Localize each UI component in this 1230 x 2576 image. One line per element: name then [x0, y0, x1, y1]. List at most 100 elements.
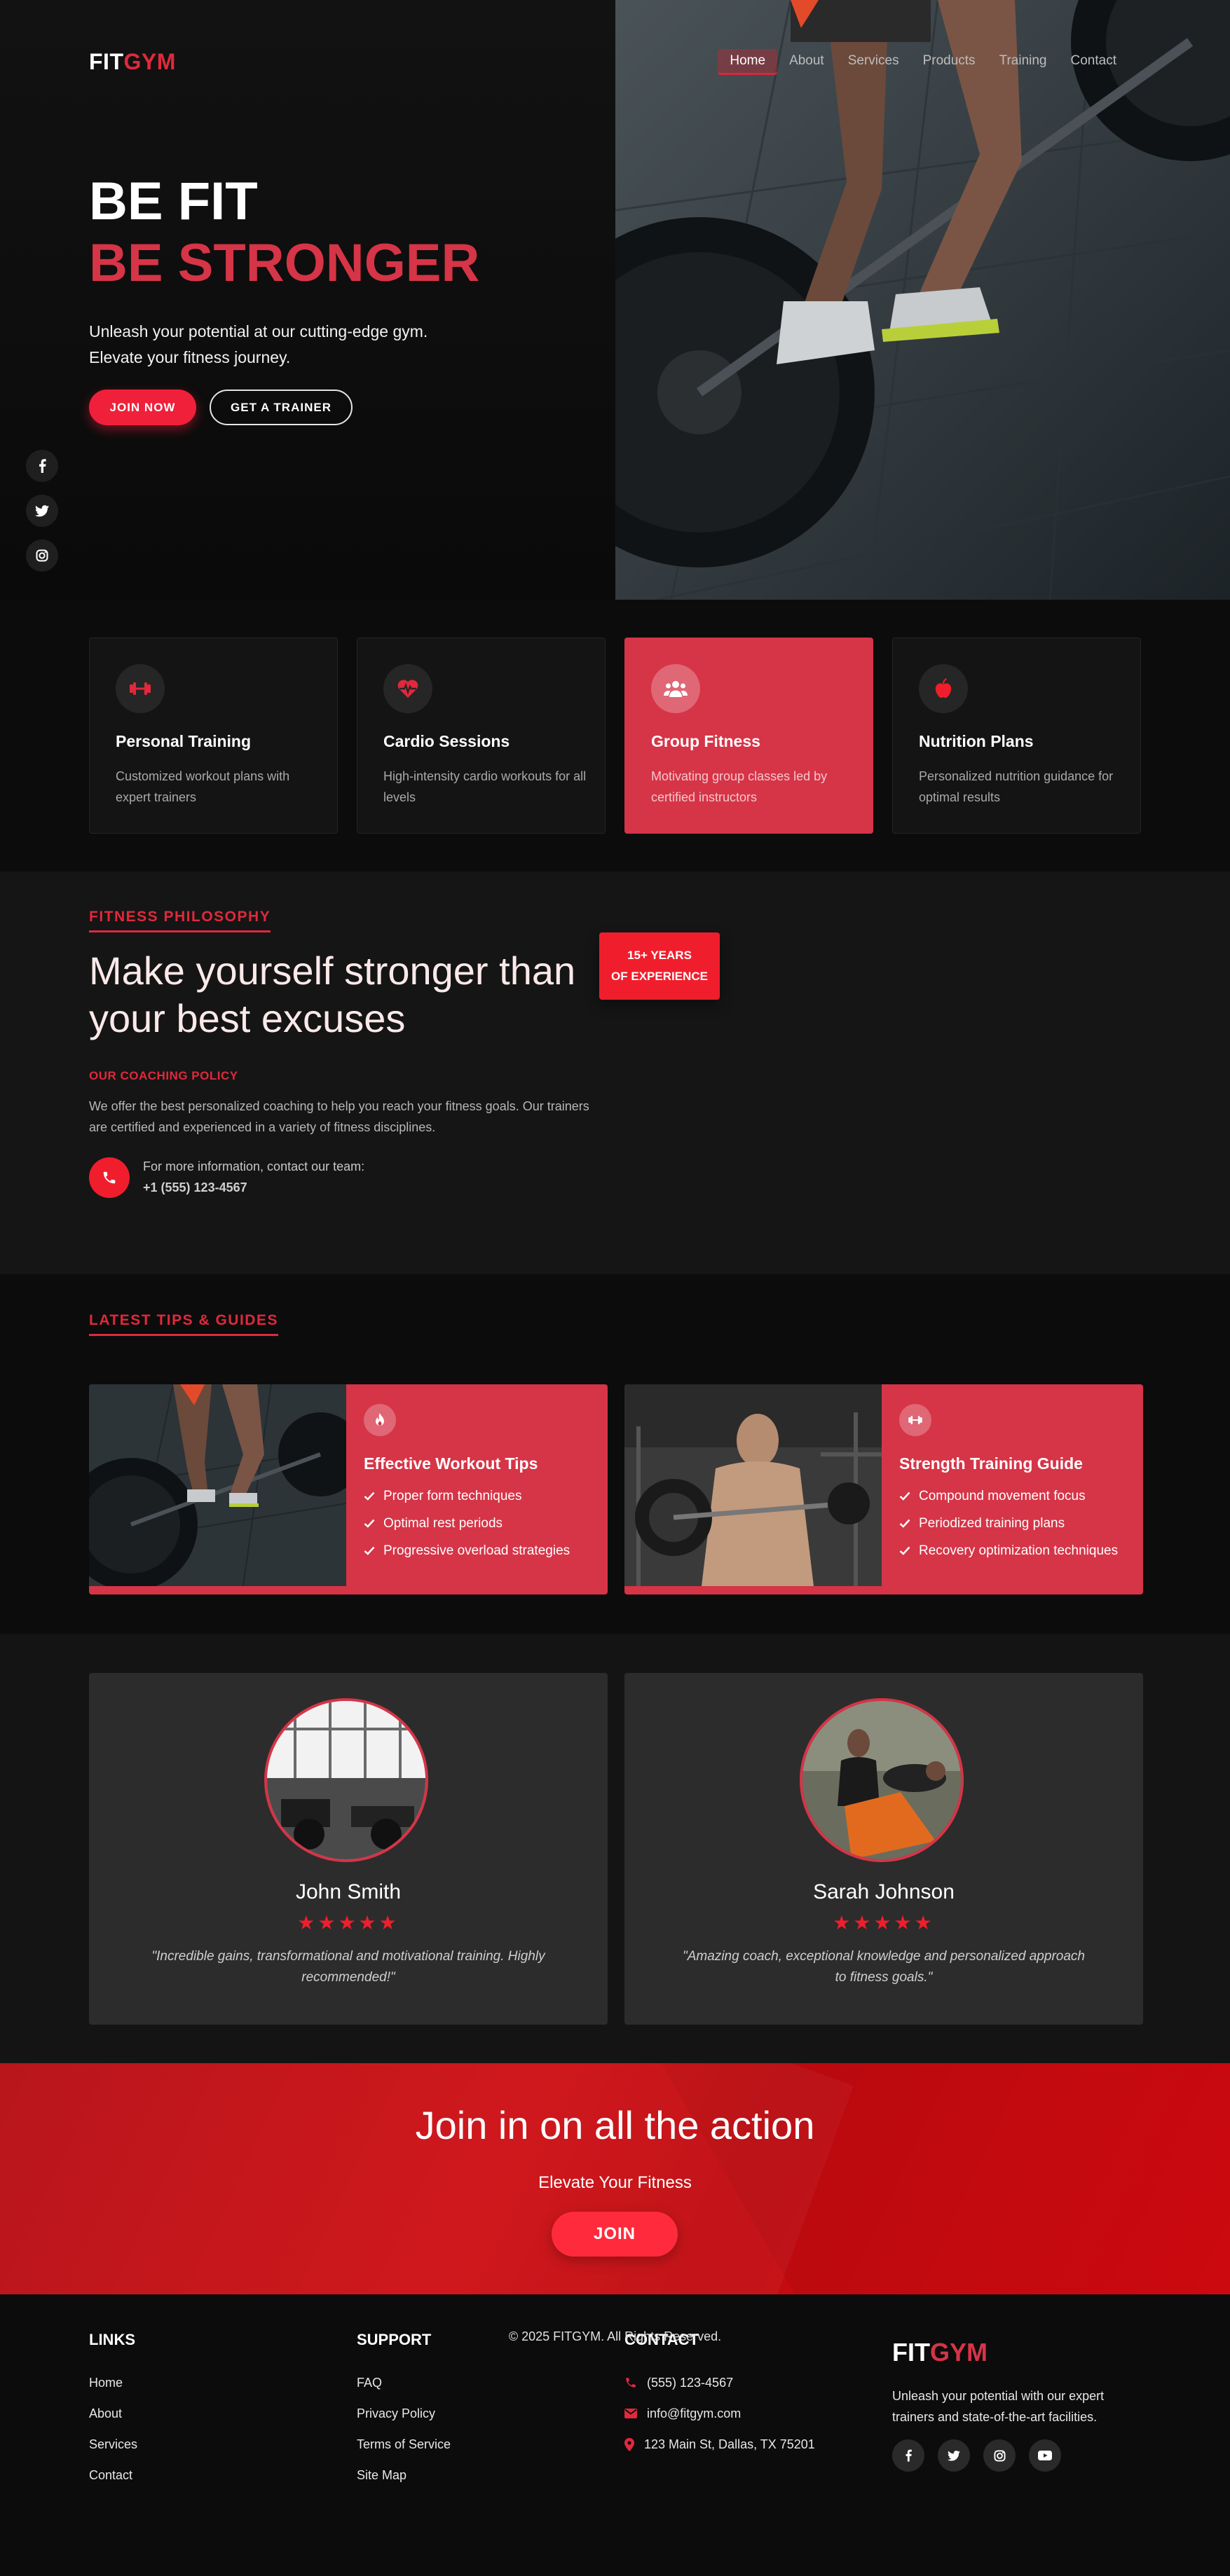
testimonial-name: John Smith: [295, 1880, 402, 1903]
contact-prompt: For more information, contact our team:: [143, 1159, 365, 1173]
philosophy-paragraph: We offer the best personalized coaching …: [89, 1099, 589, 1134]
service-title: Personal Training: [116, 732, 251, 750]
cta-join-button[interactable]: JOIN: [552, 2212, 678, 2257]
tip-card-strength[interactable]: Strength Training Guide Compound movemen…: [624, 1384, 1143, 1594]
nav-item-services[interactable]: Services: [836, 49, 911, 75]
experience-badge: 15+ YEARS OF EXPERIENCE: [599, 932, 720, 1000]
footer-link-terms[interactable]: Terms of Service: [357, 2429, 451, 2460]
map-marker-icon: [624, 2437, 634, 2451]
hero-title-line2: BE STRONGER: [89, 233, 480, 293]
list-item: Progressive overload strategies: [364, 1537, 570, 1564]
service-card-nutrition[interactable]: Nutrition Plans Personalized nutrition g…: [892, 638, 1141, 834]
services-section: Personal Training Customized workout pla…: [0, 600, 1230, 872]
check-icon: [364, 1546, 375, 1555]
service-card-cardio[interactable]: Cardio Sessions High-intensity cardio wo…: [357, 638, 606, 834]
list-item: Optimal rest periods: [364, 1510, 570, 1537]
badge-line2: OF EXPERIENCE: [611, 970, 708, 983]
avatar: [264, 1698, 428, 1862]
check-icon: [899, 1492, 910, 1501]
youtube-icon[interactable]: [1029, 2439, 1061, 2472]
list-item: Recovery optimization techniques: [899, 1537, 1118, 1564]
list-item-text: Optimal rest periods: [383, 1516, 503, 1531]
footer-link-services[interactable]: Services: [89, 2429, 137, 2460]
cta-subheading: Elevate Your Fitness: [538, 2173, 692, 2192]
dumbbell-icon: [116, 664, 165, 713]
footer-contact-phone[interactable]: (555) 123-4567: [624, 2367, 815, 2398]
main-nav: Home About Services Products Training Co…: [718, 49, 1128, 75]
instagram-icon[interactable]: [26, 539, 58, 572]
testimonial-card-sarah: Sarah Johnson ★★★★★ "Amazing coach, exce…: [624, 1673, 1143, 2025]
footer-contact-text: info@fitgym.com: [647, 2406, 742, 2420]
list-item-text: Proper form techniques: [383, 1489, 522, 1503]
check-icon: [899, 1546, 910, 1555]
list-item: Proper form techniques: [364, 1482, 570, 1510]
tips-section: LATEST TIPS & GUIDES Effective Workout T…: [0, 1274, 1230, 1634]
footer-contact-address[interactable]: 123 Main St, Dallas, TX 75201: [624, 2429, 815, 2460]
cta-heading: Join in on all the action: [415, 2103, 815, 2147]
facebook-icon[interactable]: [892, 2439, 924, 2472]
testimonial-name: Sarah Johnson: [813, 1880, 955, 1903]
facebook-icon[interactable]: [26, 450, 58, 482]
nav-item-home[interactable]: Home: [718, 49, 778, 75]
avatar: [800, 1698, 964, 1862]
get-trainer-button[interactable]: GET A TRAINER: [210, 390, 353, 425]
twitter-icon[interactable]: [26, 495, 58, 527]
badge-line1: 15+ YEARS: [627, 949, 692, 962]
service-desc: High-intensity cardio workouts for all l…: [383, 769, 587, 804]
list-item-text: Periodized training plans: [919, 1516, 1065, 1531]
footer-contact-column: CONTACT (555) 123-4567 info@fitgym.com 1…: [624, 2331, 815, 2460]
hero-left-panel: [0, 0, 615, 600]
service-title: Cardio Sessions: [383, 732, 510, 750]
service-card-group-fitness[interactable]: Group Fitness Motivating group classes l…: [624, 638, 873, 834]
hero-image: [615, 0, 1230, 600]
nav-item-products[interactable]: Products: [911, 49, 988, 75]
cta-section: Join in on all the action Elevate Your F…: [0, 2063, 1230, 2294]
footer-links-column: LINKS Home About Services Contact: [89, 2331, 137, 2491]
footer-link-sitemap[interactable]: Site Map: [357, 2460, 451, 2491]
nav-item-training[interactable]: Training: [988, 49, 1059, 75]
service-card-personal-training[interactable]: Personal Training Customized workout pla…: [89, 638, 338, 834]
tip-image-curl: [624, 1384, 882, 1586]
philosophy-section: FITNESS PHILOSOPHY Make yourself stronge…: [0, 872, 1230, 1274]
tip-card-workout[interactable]: Effective Workout Tips Proper form techn…: [89, 1384, 608, 1594]
service-title: Group Fitness: [651, 732, 760, 750]
apple-icon: [919, 664, 968, 713]
twitter-icon[interactable]: [938, 2439, 970, 2472]
fire-icon: [364, 1404, 396, 1436]
footer-description: Unleash your potential with our expert t…: [892, 2389, 1105, 2424]
site-logo[interactable]: FITGYM: [89, 49, 176, 75]
contact-phone[interactable]: +1 (555) 123-4567: [143, 1180, 247, 1195]
service-desc: Customized workout plans with expert tra…: [116, 769, 290, 804]
philosophy-heading: Make yourself stronger than your best ex…: [89, 949, 576, 1040]
footer-link-home[interactable]: Home: [89, 2367, 137, 2398]
star-rating: ★★★★★: [297, 1912, 399, 1934]
testimonial-card-john: John Smith ★★★★★ "Incredible gains, tran…: [89, 1673, 608, 2025]
tip-list: Compound movement focus Periodized train…: [899, 1482, 1118, 1564]
footer-contact-email[interactable]: info@fitgym.com: [624, 2398, 815, 2429]
hero-title-line1: BE FIT: [89, 172, 258, 231]
tip-image-deadlift: [89, 1384, 346, 1586]
tip-list: Proper form techniques Optimal rest peri…: [364, 1482, 570, 1564]
philosophy-eyebrow: FITNESS PHILOSOPHY: [89, 909, 271, 932]
logo-text-fit: FIT: [89, 49, 124, 74]
instagram-icon[interactable]: [983, 2439, 1016, 2472]
tip-title: Effective Workout Tips: [364, 1454, 538, 1473]
copyright: © 2025 FITGYM. All Rights Reserved.: [508, 2329, 722, 2343]
coaching-policy-label: OUR COACHING POLICY: [89, 1069, 238, 1082]
phone-icon: [624, 2376, 637, 2389]
footer-link-privacy[interactable]: Privacy Policy: [357, 2398, 451, 2429]
footer-link-contact[interactable]: Contact: [89, 2460, 137, 2491]
nav-item-about[interactable]: About: [777, 49, 836, 75]
service-desc: Motivating group classes led by certifie…: [651, 769, 828, 804]
footer-support-column: SUPPORT FAQ Privacy Policy Terms of Serv…: [357, 2331, 451, 2491]
footer-link-about[interactable]: About: [89, 2398, 137, 2429]
star-rating: ★★★★★: [833, 1912, 935, 1934]
check-icon: [364, 1492, 375, 1501]
hero-subtitle: Unleash your potential at our cutting-ed…: [89, 322, 428, 366]
join-now-button[interactable]: JOIN NOW: [89, 390, 196, 425]
heartbeat-icon: [383, 664, 432, 713]
phone-icon[interactable]: [89, 1157, 130, 1198]
footer-link-faq[interactable]: FAQ: [357, 2367, 451, 2398]
nav-item-contact[interactable]: Contact: [1059, 49, 1128, 75]
footer-contact-text: 123 Main St, Dallas, TX 75201: [644, 2437, 815, 2451]
